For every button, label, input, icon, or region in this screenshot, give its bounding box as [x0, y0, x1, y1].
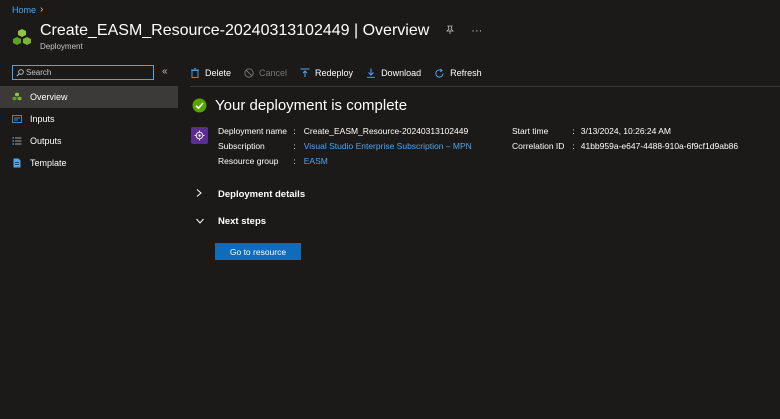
- sidebar-item-label: Outputs: [30, 136, 62, 146]
- refresh-label: Refresh: [450, 68, 482, 78]
- deployment-cubes-icon: [13, 29, 31, 45]
- search-box[interactable]: [12, 65, 154, 80]
- search-icon: [16, 68, 24, 77]
- separator-colon: :: [293, 126, 296, 136]
- sidebar-item-inputs[interactable]: Inputs: [0, 108, 178, 130]
- deployment-name-label: Deployment name: [218, 126, 287, 136]
- breadcrumb-home-link[interactable]: Home: [12, 5, 36, 15]
- redeploy-label: Redeploy: [315, 68, 354, 78]
- cancel-label: Cancel: [259, 68, 288, 78]
- sidebar-nav: Overview Inputs Outputs Template: [0, 86, 178, 174]
- separator-colon: :: [572, 141, 575, 151]
- redeploy-button[interactable]: Redeploy: [300, 68, 353, 78]
- resource-group-row: Resource group : EASM: [218, 156, 328, 166]
- correlation-id-label: Correlation ID: [512, 141, 565, 151]
- search-input[interactable]: [24, 68, 144, 77]
- sidebar-item-template[interactable]: Template: [0, 152, 178, 174]
- download-icon: [367, 68, 376, 78]
- start-time-value: 3/13/2024, 10:26:24 AM: [580, 126, 672, 136]
- deployment-status: Your deployment is complete: [192, 97, 407, 114]
- status-title: Your deployment is complete: [215, 97, 408, 114]
- next-steps-toggle[interactable]: Next steps: [196, 216, 266, 227]
- sidebar-item-label: Overview: [30, 92, 68, 102]
- deployment-name-row: Deployment name : Create_EASM_Resource-2…: [218, 126, 468, 136]
- separator-colon: :: [572, 126, 575, 136]
- command-bar: Delete Cancel Redeploy Download Refresh: [190, 64, 495, 82]
- double-chevron-left-icon[interactable]: «: [162, 66, 168, 77]
- refresh-icon: [435, 68, 444, 78]
- go-to-resource-button[interactable]: Go to resource: [215, 243, 301, 260]
- delete-button[interactable]: Delete: [190, 68, 231, 78]
- resource-group-label: Resource group: [218, 156, 279, 166]
- refresh-button[interactable]: Refresh: [434, 68, 482, 79]
- deployment-details-label: Deployment details: [218, 189, 306, 200]
- subscription-label: Subscription: [218, 141, 265, 151]
- sidebar-item-overview[interactable]: Overview: [0, 86, 178, 108]
- correlation-id-row: Correlation ID : 41bb959a-e647-4488-910a…: [512, 141, 738, 151]
- more-icon[interactable]: ···: [471, 25, 482, 37]
- portal-page: Home › Create_EASM_Resource-202403131024…: [0, 0, 780, 419]
- cubes-icon: [12, 92, 22, 101]
- success-check-icon: [192, 98, 207, 113]
- sidebar-item-label: Inputs: [30, 114, 55, 124]
- download-label: Download: [381, 68, 422, 78]
- subscription-link[interactable]: Visual Studio Enterprise Subscription – …: [304, 141, 472, 151]
- deployment-name-value: Create_EASM_Resource-20240313102449: [303, 126, 469, 136]
- chevron-right-icon: ›: [40, 4, 44, 15]
- inputs-icon: [12, 115, 22, 123]
- template-icon: [13, 158, 21, 168]
- start-time-row: Start time : 3/13/2024, 10:26:24 AM: [512, 126, 671, 136]
- sidebar-item-outputs[interactable]: Outputs: [0, 130, 178, 152]
- deployment-resource-icon: [191, 127, 208, 144]
- page-header: Create_EASM_Resource-20240313102449 | Ov…: [12, 22, 482, 51]
- trash-icon: [191, 68, 199, 78]
- separator-colon: :: [293, 141, 296, 151]
- next-steps-label: Next steps: [218, 216, 267, 227]
- page-subtitle: Deployment: [40, 42, 83, 51]
- cancel-circle-icon: [244, 68, 254, 78]
- separator-colon: :: [293, 156, 296, 166]
- cancel-button[interactable]: Cancel: [244, 68, 287, 78]
- delete-label: Delete: [205, 68, 232, 78]
- resource-group-link[interactable]: EASM: [304, 156, 328, 166]
- subscription-row: Subscription : Visual Studio Enterprise …: [218, 141, 472, 151]
- redeploy-icon: [300, 68, 310, 77]
- breadcrumb: Home ›: [12, 4, 43, 15]
- download-button[interactable]: Download: [366, 68, 421, 78]
- sidebar: « Overview Inputs: [0, 62, 178, 419]
- toolbar-divider: [190, 86, 780, 87]
- chevron-right-icon: [196, 189, 204, 200]
- deployment-details-toggle[interactable]: Deployment details: [196, 189, 305, 200]
- page-title: Create_EASM_Resource-20240313102449 | Ov…: [40, 22, 430, 39]
- start-time-label: Start time: [512, 126, 549, 136]
- outputs-icon: [12, 137, 22, 145]
- sidebar-item-label: Template: [30, 158, 67, 168]
- chevron-down-icon: [196, 216, 204, 227]
- correlation-id-value: 41bb959a-e647-4488-910a-6f9cf1d9ab86: [580, 141, 739, 151]
- pin-icon[interactable]: [445, 25, 455, 38]
